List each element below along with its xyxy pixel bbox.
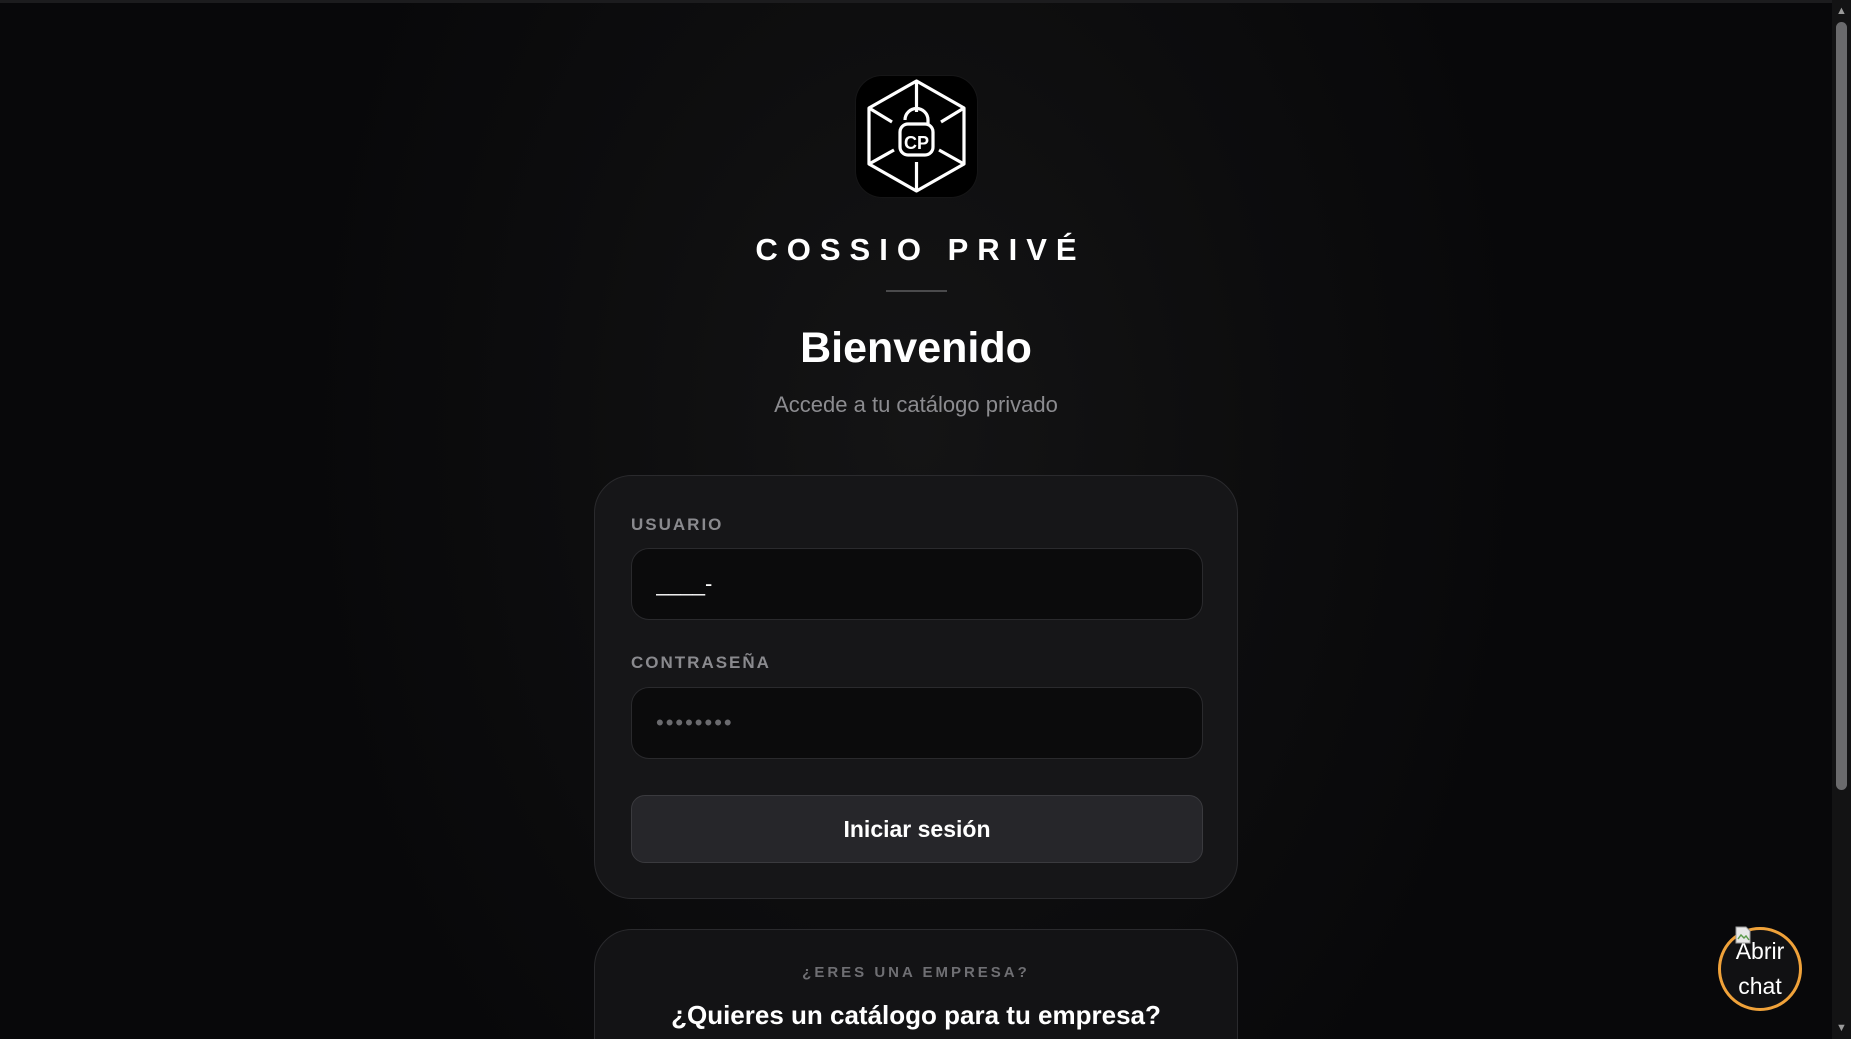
page-title: Bienvenido: [800, 324, 1032, 372]
brand-name: COSSIO PRIVÉ: [755, 232, 1086, 267]
login-button[interactable]: Iniciar sesión: [631, 795, 1203, 863]
password-label: CONTRASEÑA: [631, 653, 771, 672]
scroll-up-icon[interactable]: ▲: [1832, 2, 1851, 20]
open-chat-label: Abrir chat: [1735, 938, 1785, 999]
logo-monogram: CP: [904, 133, 929, 153]
brand-logo: CP: [856, 76, 977, 197]
login-page: CP COSSIO PRIVÉ Bienvenido Accede a tu c…: [0, 0, 1851, 1039]
password-input[interactable]: [631, 687, 1203, 759]
login-card: USUARIO CONTRASEÑA Iniciar sesión: [594, 475, 1238, 899]
username-label: USUARIO: [631, 515, 724, 534]
broken-image-icon: [1735, 926, 1751, 944]
page-scrollbar[interactable]: ▲ ▼: [1832, 0, 1851, 1039]
open-chat-button[interactable]: Abrir chat: [1718, 926, 1802, 1011]
top-edge: [0, 0, 1832, 3]
page-subtitle: Accede a tu catálogo privado: [774, 392, 1058, 417]
business-title[interactable]: ¿Quieres un catálogo para tu empresa?: [595, 1000, 1237, 1031]
business-eyebrow: ¿ERES UNA EMPRESA?: [802, 964, 1030, 981]
brand-divider: [886, 290, 947, 292]
business-card: ¿ERES UNA EMPRESA? ¿Quieres un catálogo …: [594, 929, 1238, 1039]
scroll-down-icon[interactable]: ▼: [1832, 1019, 1851, 1037]
scroll-thumb[interactable]: [1836, 22, 1847, 790]
cube-lock-cp-logo-icon: CP: [867, 79, 966, 193]
username-input[interactable]: [631, 548, 1203, 620]
